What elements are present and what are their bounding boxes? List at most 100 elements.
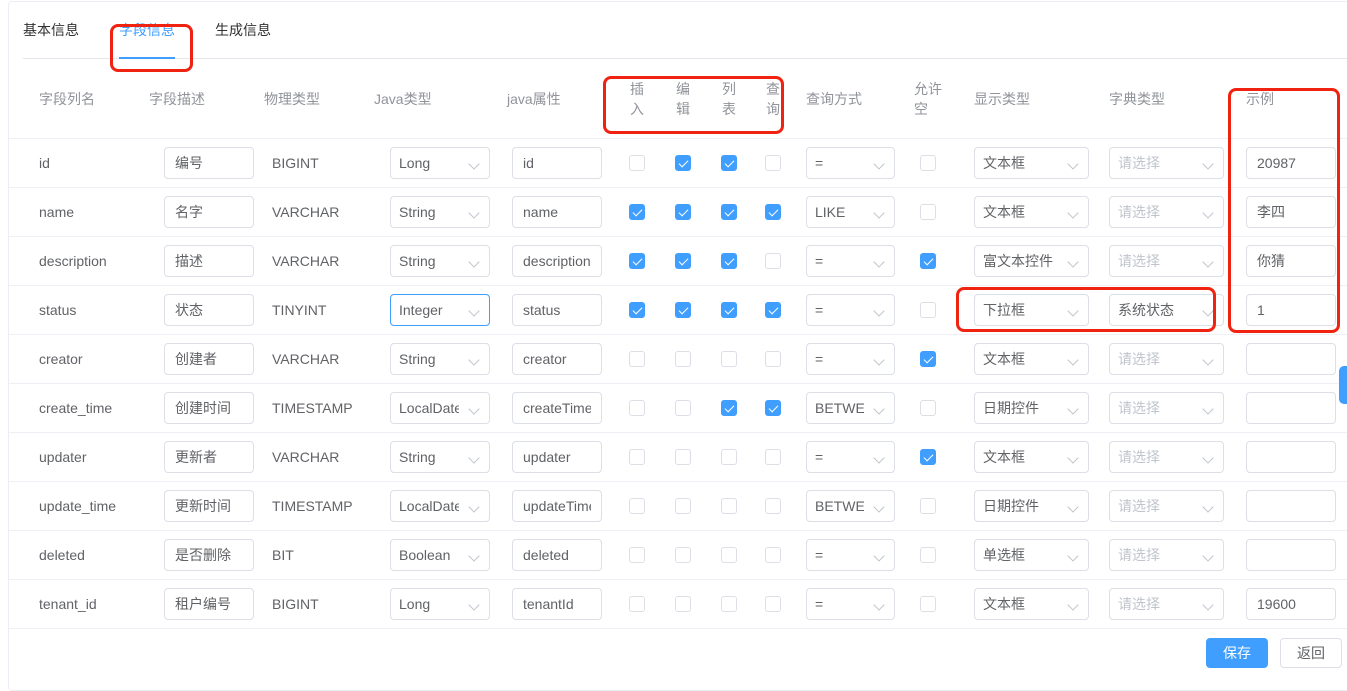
example-input[interactable] — [1246, 490, 1336, 522]
dict-type-select[interactable]: 请选择 — [1109, 245, 1224, 277]
list-checkbox[interactable] — [721, 253, 737, 269]
display-type-select[interactable]: 日期控件 — [974, 490, 1089, 522]
field-desc-input[interactable] — [164, 588, 254, 620]
dict-type-select[interactable]: 请选择 — [1109, 539, 1224, 571]
java-type-select[interactable]: Long — [390, 147, 490, 179]
query-checkbox[interactable] — [765, 204, 781, 220]
field-desc-input[interactable] — [164, 539, 254, 571]
list-checkbox[interactable] — [721, 302, 737, 318]
nullable-checkbox[interactable] — [920, 155, 936, 171]
edit-checkbox[interactable] — [675, 498, 691, 514]
dict-type-select[interactable]: 请选择 — [1109, 343, 1224, 375]
edit-checkbox[interactable] — [675, 302, 691, 318]
java-type-select[interactable]: Integer — [390, 294, 490, 326]
java-attr-input[interactable] — [512, 245, 602, 277]
display-type-select[interactable]: 文本框 — [974, 343, 1089, 375]
example-input[interactable] — [1246, 588, 1336, 620]
tab-2[interactable]: 生成信息 — [215, 2, 271, 58]
java-type-select[interactable]: String — [390, 441, 490, 473]
query-checkbox[interactable] — [765, 351, 781, 367]
field-desc-input[interactable] — [164, 490, 254, 522]
query-type-select[interactable]: BETWEEN — [806, 490, 895, 522]
dict-type-select[interactable]: 请选择 — [1109, 588, 1224, 620]
nullable-checkbox[interactable] — [920, 204, 936, 220]
field-desc-input[interactable] — [164, 441, 254, 473]
example-input[interactable] — [1246, 196, 1336, 228]
insert-checkbox[interactable] — [629, 400, 645, 416]
tab-0[interactable]: 基本信息 — [23, 2, 79, 58]
display-type-select[interactable]: 富文本控件 — [974, 245, 1089, 277]
list-checkbox[interactable] — [721, 155, 737, 171]
insert-checkbox[interactable] — [629, 498, 645, 514]
java-attr-input[interactable] — [512, 196, 602, 228]
nullable-checkbox[interactable] — [920, 302, 936, 318]
query-checkbox[interactable] — [765, 400, 781, 416]
list-checkbox[interactable] — [721, 351, 737, 367]
display-type-select[interactable]: 日期控件 — [974, 392, 1089, 424]
query-type-select[interactable]: LIKE — [806, 196, 895, 228]
query-checkbox[interactable] — [765, 547, 781, 563]
list-checkbox[interactable] — [721, 498, 737, 514]
drawer-handle[interactable] — [1339, 366, 1347, 404]
example-input[interactable] — [1246, 294, 1336, 326]
save-button[interactable]: 保存 — [1206, 638, 1268, 668]
java-attr-input[interactable] — [512, 343, 602, 375]
insert-checkbox[interactable] — [629, 302, 645, 318]
java-attr-input[interactable] — [512, 147, 602, 179]
dict-type-select[interactable]: 系统状态 — [1109, 294, 1224, 326]
query-type-select[interactable]: = — [806, 294, 895, 326]
edit-checkbox[interactable] — [675, 253, 691, 269]
java-type-select[interactable]: String — [390, 343, 490, 375]
query-type-select[interactable]: = — [806, 441, 895, 473]
dict-type-select[interactable]: 请选择 — [1109, 147, 1224, 179]
java-type-select[interactable]: String — [390, 196, 490, 228]
nullable-checkbox[interactable] — [920, 596, 936, 612]
field-desc-input[interactable] — [164, 294, 254, 326]
display-type-select[interactable]: 文本框 — [974, 147, 1089, 179]
list-checkbox[interactable] — [721, 400, 737, 416]
field-desc-input[interactable] — [164, 343, 254, 375]
nullable-checkbox[interactable] — [920, 547, 936, 563]
insert-checkbox[interactable] — [629, 253, 645, 269]
tab-1[interactable]: 字段信息 — [119, 2, 175, 58]
query-type-select[interactable]: = — [806, 147, 895, 179]
edit-checkbox[interactable] — [675, 204, 691, 220]
nullable-checkbox[interactable] — [920, 449, 936, 465]
java-attr-input[interactable] — [512, 392, 602, 424]
field-desc-input[interactable] — [164, 147, 254, 179]
java-type-select[interactable]: LocalDateTime — [390, 392, 490, 424]
example-input[interactable] — [1246, 147, 1336, 179]
edit-checkbox[interactable] — [675, 449, 691, 465]
field-desc-input[interactable] — [164, 245, 254, 277]
query-checkbox[interactable] — [765, 155, 781, 171]
query-type-select[interactable]: BETWEEN — [806, 392, 895, 424]
dict-type-select[interactable]: 请选择 — [1109, 490, 1224, 522]
java-type-select[interactable]: Long — [390, 588, 490, 620]
edit-checkbox[interactable] — [675, 155, 691, 171]
edit-checkbox[interactable] — [675, 351, 691, 367]
edit-checkbox[interactable] — [675, 400, 691, 416]
display-type-select[interactable]: 单选框 — [974, 539, 1089, 571]
example-input[interactable] — [1246, 392, 1336, 424]
java-attr-input[interactable] — [512, 490, 602, 522]
display-type-select[interactable]: 文本框 — [974, 196, 1089, 228]
dict-type-select[interactable]: 请选择 — [1109, 441, 1224, 473]
query-type-select[interactable]: = — [806, 343, 895, 375]
list-checkbox[interactable] — [721, 449, 737, 465]
query-checkbox[interactable] — [765, 498, 781, 514]
java-attr-input[interactable] — [512, 294, 602, 326]
nullable-checkbox[interactable] — [920, 400, 936, 416]
insert-checkbox[interactable] — [629, 351, 645, 367]
query-type-select[interactable]: = — [806, 245, 895, 277]
field-desc-input[interactable] — [164, 392, 254, 424]
query-type-select[interactable]: = — [806, 539, 895, 571]
insert-checkbox[interactable] — [629, 547, 645, 563]
list-checkbox[interactable] — [721, 547, 737, 563]
query-checkbox[interactable] — [765, 449, 781, 465]
java-type-select[interactable]: String — [390, 245, 490, 277]
dict-type-select[interactable]: 请选择 — [1109, 196, 1224, 228]
display-type-select[interactable]: 文本框 — [974, 588, 1089, 620]
insert-checkbox[interactable] — [629, 204, 645, 220]
nullable-checkbox[interactable] — [920, 253, 936, 269]
java-attr-input[interactable] — [512, 441, 602, 473]
